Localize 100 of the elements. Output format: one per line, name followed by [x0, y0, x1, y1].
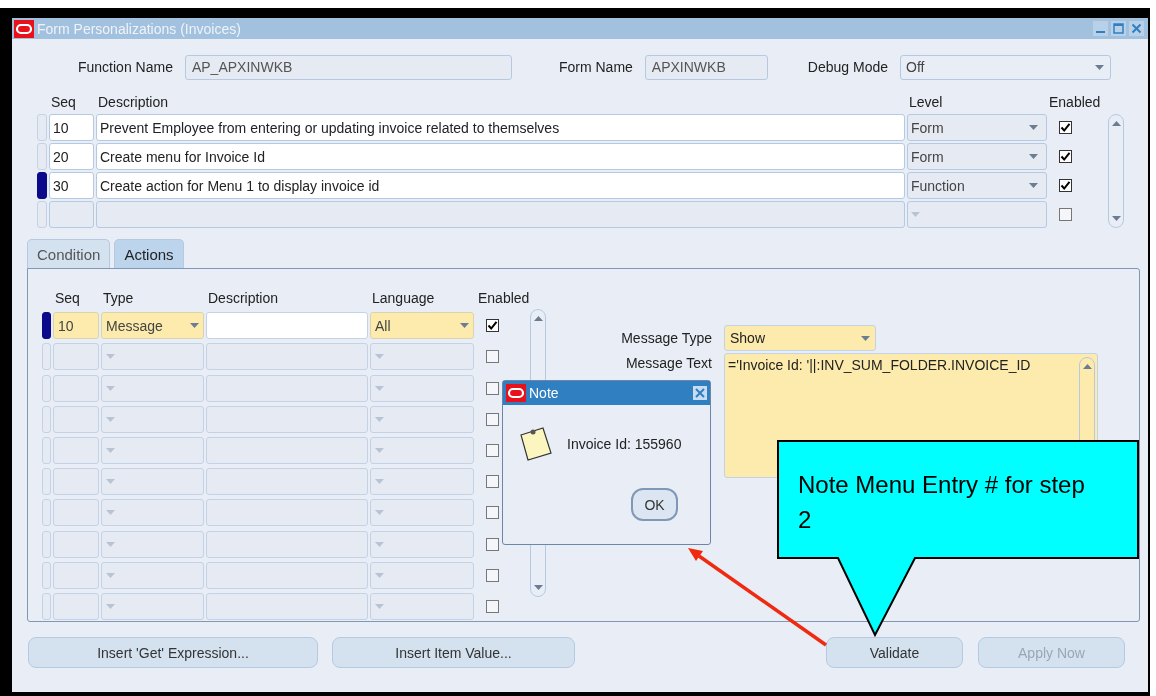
- type-dropdown[interactable]: [101, 343, 204, 371]
- checkbox[interactable]: [486, 381, 499, 395]
- level-dropdown[interactable]: Form: [907, 143, 1047, 170]
- description-field[interactable]: Create action for Menu 1 to display invoice id: [96, 172, 905, 199]
- checkbox[interactable]: [486, 568, 499, 582]
- checkbox[interactable]: [1059, 150, 1072, 163]
- debug-mode-dropdown[interactable]: Off: [900, 54, 1111, 80]
- type-dropdown[interactable]: [101, 468, 204, 496]
- close-icon[interactable]: [1129, 21, 1144, 36]
- seq-field[interactable]: [53, 374, 99, 402]
- seq-field[interactable]: [49, 201, 94, 228]
- checkbox[interactable]: [1059, 121, 1072, 134]
- language-dropdown[interactable]: [370, 405, 474, 433]
- checkbox[interactable]: [1059, 208, 1072, 221]
- caret-icon: [1029, 154, 1038, 159]
- message-type-dropdown[interactable]: Show: [724, 325, 876, 351]
- type-dropdown[interactable]: [101, 499, 204, 527]
- seq-field[interactable]: [53, 592, 99, 620]
- field-label: Form Name: [558, 59, 633, 75]
- seq-field[interactable]: 10: [53, 312, 99, 340]
- description-field[interactable]: [206, 374, 368, 402]
- language-dropdown[interactable]: [370, 561, 474, 589]
- seq-field[interactable]: [53, 405, 99, 433]
- level-dropdown[interactable]: Function: [907, 172, 1047, 199]
- caret-icon: [106, 447, 115, 453]
- language-dropdown[interactable]: [370, 436, 474, 464]
- description-field[interactable]: [206, 405, 368, 433]
- scroll-up-icon[interactable]: [1111, 121, 1121, 126]
- checkbox[interactable]: [1059, 179, 1072, 192]
- checkbox[interactable]: [486, 506, 499, 520]
- scroll-up-icon[interactable]: [1082, 364, 1092, 369]
- language-dropdown[interactable]: [370, 374, 474, 402]
- tab[interactable]: Condition: [27, 239, 111, 268]
- checkbox[interactable]: [486, 350, 499, 364]
- seq-field[interactable]: [53, 499, 99, 527]
- caret-icon: [375, 416, 384, 422]
- seq-field[interactable]: 30: [49, 172, 94, 199]
- caret-icon: [106, 416, 115, 422]
- checkbox[interactable]: [486, 319, 499, 333]
- language-dropdown[interactable]: [370, 499, 474, 527]
- level-dropdown[interactable]: [907, 201, 1047, 228]
- language-dropdown[interactable]: [370, 343, 474, 371]
- action-button[interactable]: Insert Item Value...: [332, 637, 575, 668]
- language-dropdown[interactable]: [370, 468, 474, 496]
- maximize-icon[interactable]: [1111, 21, 1126, 36]
- description-field[interactable]: [206, 561, 368, 589]
- description-field[interactable]: [206, 530, 368, 558]
- caret-icon: [1095, 64, 1104, 70]
- language-dropdown[interactable]: [370, 530, 474, 558]
- caret-icon: [375, 354, 384, 360]
- minimize-icon[interactable]: [1093, 21, 1108, 36]
- seq-field[interactable]: [53, 436, 99, 464]
- description-field[interactable]: Create menu for Invoice Id: [96, 143, 905, 170]
- function-name-field[interactable]: AP_APXINWKB: [184, 54, 512, 80]
- checkbox[interactable]: [486, 537, 499, 551]
- scroll-down-icon[interactable]: [1111, 216, 1121, 221]
- description-field[interactable]: [206, 592, 368, 620]
- type-dropdown[interactable]: Message: [101, 312, 204, 340]
- close-icon[interactable]: [693, 386, 707, 400]
- level-dropdown[interactable]: Form: [907, 114, 1047, 141]
- type-dropdown[interactable]: [101, 530, 204, 558]
- description-field[interactable]: Prevent Employee from entering or updating invoice related to themselves: [96, 114, 905, 141]
- action-button[interactable]: Validate: [826, 637, 963, 668]
- type-dropdown[interactable]: [101, 592, 204, 620]
- column-header: Type: [102, 290, 135, 309]
- type-dropdown[interactable]: [101, 436, 204, 464]
- language-dropdown[interactable]: All: [370, 312, 474, 340]
- checkbox[interactable]: [486, 443, 499, 457]
- seq-field[interactable]: [53, 343, 99, 371]
- type-dropdown[interactable]: [101, 374, 204, 402]
- action-button[interactable]: Insert 'Get' Expression...: [28, 637, 318, 668]
- caret-icon: [106, 479, 115, 485]
- checkbox[interactable]: [486, 412, 499, 426]
- scroll-up-icon[interactable]: [533, 316, 543, 321]
- description-field[interactable]: [206, 468, 368, 496]
- form-name-field[interactable]: APXINWKB: [644, 54, 768, 80]
- checkbox[interactable]: [486, 599, 499, 613]
- seq-field[interactable]: 20: [49, 143, 94, 170]
- checkbox[interactable]: [486, 475, 499, 489]
- type-dropdown[interactable]: [101, 405, 204, 433]
- language-dropdown[interactable]: [370, 592, 474, 620]
- description-field[interactable]: [206, 312, 368, 340]
- type-dropdown[interactable]: [101, 561, 204, 589]
- seq-field[interactable]: [53, 530, 99, 558]
- caret-icon: [1029, 125, 1038, 130]
- caret-icon: [106, 541, 115, 547]
- seq-field[interactable]: [53, 468, 99, 496]
- description-field[interactable]: [206, 436, 368, 464]
- seq-field[interactable]: [53, 561, 99, 589]
- description-field[interactable]: [96, 201, 905, 228]
- scroll-down-icon[interactable]: [533, 585, 543, 590]
- seq-field[interactable]: 10: [49, 114, 94, 141]
- ok-button[interactable]: OK: [631, 488, 678, 521]
- description-field[interactable]: [206, 499, 368, 527]
- description-field[interactable]: [206, 343, 368, 371]
- column-header: Language: [371, 290, 436, 309]
- note-icon: [517, 425, 555, 463]
- row-indicator[interactable]: [42, 312, 51, 340]
- tab[interactable]: Actions: [114, 239, 184, 268]
- caret-icon: [375, 603, 384, 609]
